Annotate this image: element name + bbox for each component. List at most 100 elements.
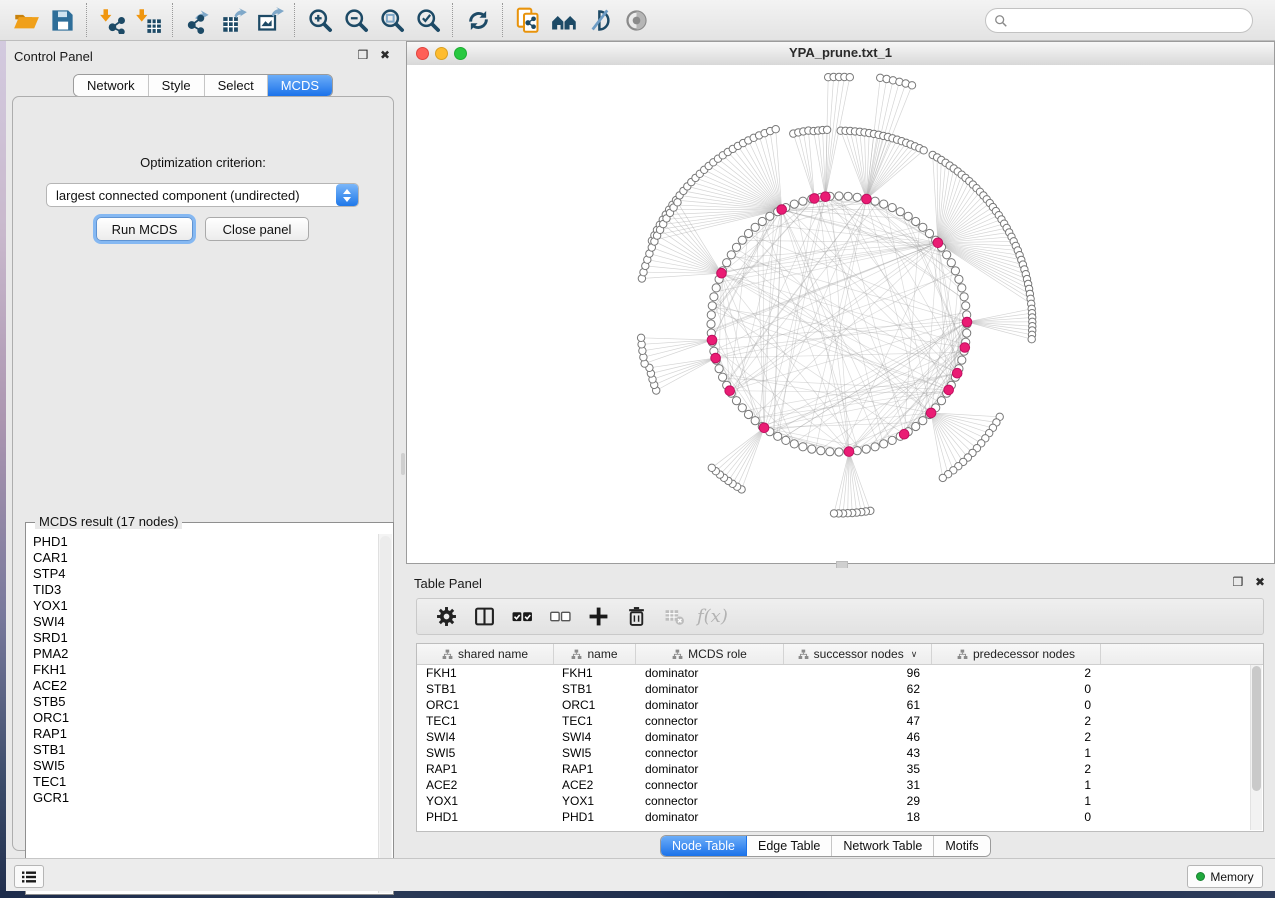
network-svg (407, 65, 1274, 563)
table-row[interactable]: YOX1YOX1connector291 (417, 793, 1263, 809)
settings-gear-icon[interactable] (427, 602, 465, 632)
control-panel-float-icon[interactable]: ❒ (356, 48, 370, 62)
add-column-icon[interactable] (579, 602, 617, 632)
toolbar-separator (502, 3, 504, 37)
column-header-name[interactable]: name (554, 644, 636, 664)
mcds-result-item[interactable]: TEC1 (27, 774, 379, 790)
table-panel-float-icon[interactable]: ❒ (1231, 575, 1245, 589)
criterion-dropdown-value: largest connected component (undirected) (47, 188, 336, 203)
mcds-result-item[interactable]: TID3 (27, 582, 379, 598)
search-field[interactable] (985, 8, 1253, 33)
mcds-result-item[interactable]: CAR1 (27, 550, 379, 566)
mcds-result-item[interactable]: ORC1 (27, 710, 379, 726)
export-table-icon[interactable] (216, 4, 252, 36)
mcds-result-list: PHD1CAR1STP4TID3YOX1SWI4SRD1PMA2FKH1ACE2… (27, 534, 379, 893)
control-panel-title: Control Panel (14, 49, 93, 64)
save-icon[interactable] (44, 4, 80, 36)
table-tab-network-table[interactable]: Network Table (832, 836, 934, 856)
table-tab-node-table[interactable]: Node Table (661, 836, 747, 856)
node-table-body: FKH1FKH1dominator962STB1STB1dominator620… (417, 665, 1263, 825)
table-row[interactable]: PHD1PHD1dominator180 (417, 809, 1263, 825)
table-row[interactable]: ORC1ORC1dominator610 (417, 697, 1263, 713)
refresh-icon[interactable] (460, 4, 496, 36)
list-icon (21, 870, 37, 884)
table-toolbar: f(x) (416, 598, 1264, 635)
mcds-result-item[interactable]: GCR1 (27, 790, 379, 806)
control-panel-close-icon[interactable]: ✖ (378, 48, 392, 62)
mcds-result-item[interactable]: STP4 (27, 566, 379, 582)
task-history-button[interactable] (14, 865, 44, 888)
mcds-result-item[interactable]: SWI5 (27, 758, 379, 774)
mcds-result-item[interactable]: PHD1 (27, 534, 379, 550)
attribute-tree-icon (672, 649, 683, 660)
mcds-result-item[interactable]: RAP1 (27, 726, 379, 742)
close-panel-button[interactable]: Close panel (205, 217, 309, 241)
column-header-MCDS-role[interactable]: MCDS role (636, 644, 784, 664)
deselect-all-icon[interactable] (541, 602, 579, 632)
toolbar-separator (294, 3, 296, 37)
tab-select[interactable]: Select (205, 75, 268, 96)
column-header-predecessor-nodes[interactable]: predecessor nodes (932, 644, 1101, 664)
attribute-tree-icon (798, 649, 809, 660)
toolbar-separator (452, 3, 454, 37)
table-tab-edge-table[interactable]: Edge Table (747, 836, 832, 856)
hide-annotations-icon[interactable] (582, 4, 618, 36)
network-canvas[interactable] (407, 65, 1274, 563)
mcds-result-item[interactable]: ACE2 (27, 678, 379, 694)
table-tab-motifs[interactable]: Motifs (934, 836, 989, 856)
zoom-fit-icon[interactable] (374, 4, 410, 36)
zoom-in-icon[interactable] (302, 4, 338, 36)
memory-status-icon (1196, 872, 1205, 881)
export-image-icon[interactable] (252, 4, 288, 36)
memory-button[interactable]: Memory (1187, 865, 1263, 888)
import-network-icon[interactable] (94, 4, 130, 36)
table-panel-title: Table Panel (414, 576, 482, 591)
column-header-successor-nodes[interactable]: successor nodes∨ (784, 644, 932, 664)
select-all-icon[interactable] (503, 602, 541, 632)
table-row[interactable]: TEC1TEC1connector472 (417, 713, 1263, 729)
tab-network[interactable]: Network (74, 75, 149, 96)
table-row[interactable]: ACE2ACE2connector311 (417, 777, 1263, 793)
table-row[interactable]: STB1STB1dominator620 (417, 681, 1263, 697)
import-table-icon[interactable] (130, 4, 166, 36)
table-row[interactable]: SWI4SWI4dominator462 (417, 729, 1263, 745)
search-input[interactable] (1013, 13, 1252, 29)
table-tabs: Node TableEdge TableNetwork TableMotifs (660, 835, 991, 857)
control-panel-tabs: NetworkStyleSelectMCDS (73, 74, 333, 97)
delete-column-icon[interactable] (617, 602, 655, 632)
run-mcds-button[interactable]: Run MCDS (96, 217, 193, 241)
tab-mcds[interactable]: MCDS (268, 75, 332, 96)
delete-table-icon (655, 602, 693, 632)
table-scrollbar[interactable] (1250, 665, 1262, 830)
mcds-result-item[interactable]: YOX1 (27, 598, 379, 614)
show-annotations-icon[interactable] (618, 4, 654, 36)
table-row[interactable]: SWI5SWI5connector431 (417, 745, 1263, 761)
control-panel: Control Panel ❒ ✖ NetworkStyleSelectMCDS… (6, 41, 400, 858)
zoom-out-icon[interactable] (338, 4, 374, 36)
mcds-result-box: MCDS result (17 nodes) PHD1CAR1STP4TID3Y… (25, 522, 394, 895)
table-panel-close-icon[interactable]: ✖ (1253, 575, 1267, 589)
clone-network-icon[interactable] (510, 4, 546, 36)
mcds-result-item[interactable]: SRD1 (27, 630, 379, 646)
mcds-result-item[interactable]: STB1 (27, 742, 379, 758)
toolbar-separator (86, 3, 88, 37)
table-row[interactable]: RAP1RAP1dominator352 (417, 761, 1263, 777)
tab-style[interactable]: Style (149, 75, 205, 96)
open-folder-icon[interactable] (8, 4, 44, 36)
mcds-result-item[interactable]: FKH1 (27, 662, 379, 678)
criterion-dropdown[interactable]: largest connected component (undirected) (46, 183, 359, 207)
mcds-result-item[interactable]: PMA2 (27, 646, 379, 662)
export-network-icon[interactable] (180, 4, 216, 36)
mcds-result-item[interactable]: SWI4 (27, 614, 379, 630)
zoom-selected-icon[interactable] (410, 4, 446, 36)
mcds-list-scrollbar[interactable] (378, 534, 392, 893)
table-row[interactable]: FKH1FKH1dominator962 (417, 665, 1263, 681)
dropdown-stepper-icon (336, 184, 358, 206)
network-window-titlebar[interactable]: YPA_prune.txt_1 (407, 42, 1274, 66)
network-window: YPA_prune.txt_1 (406, 41, 1275, 564)
column-header-shared-name[interactable]: shared name (417, 644, 554, 664)
search-icon (994, 14, 1008, 28)
network-overview-icon[interactable] (546, 4, 582, 36)
split-view-icon[interactable] (465, 602, 503, 632)
mcds-result-item[interactable]: STB5 (27, 694, 379, 710)
